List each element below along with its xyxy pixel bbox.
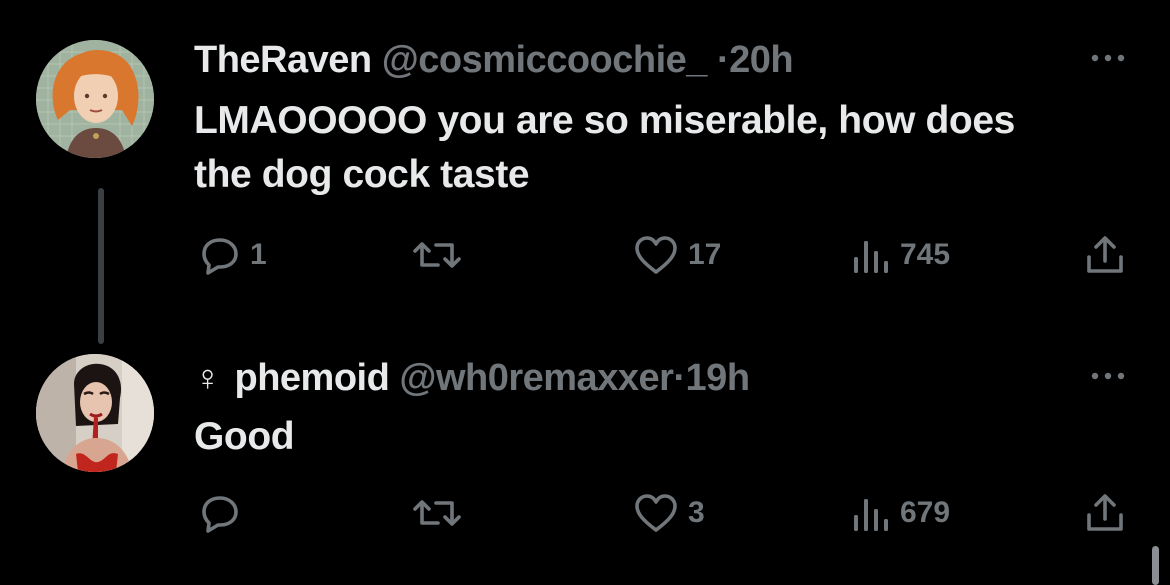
share-icon [1087, 494, 1123, 531]
tweet-theraven[interactable]: TheRaven @cosmiccoochie_ ·20h LMAOOOOO y… [0, 0, 1170, 344]
photo-avatar-icon [36, 354, 154, 472]
avatar-theraven[interactable] [36, 40, 154, 158]
retweet-button[interactable] [410, 488, 464, 538]
tweet-phemoid[interactable]: ♀ phemoid @wh0remaxxer·19h Good 3 679 [0, 340, 1170, 585]
scrollbar[interactable] [1152, 546, 1159, 585]
share-button[interactable] [1082, 230, 1128, 280]
views-icon [854, 241, 888, 273]
tweet-header: TheRaven @cosmiccoochie_ ·20h [194, 38, 794, 82]
timestamp[interactable]: 20h [729, 39, 793, 81]
views-icon [854, 499, 888, 531]
like-icon [635, 494, 677, 532]
reply-button[interactable]: 1 [196, 230, 267, 280]
avatar-phemoid[interactable] [36, 354, 154, 472]
share-button[interactable] [1082, 488, 1128, 538]
view-count: 679 [900, 496, 951, 529]
views-button[interactable]: 745 [850, 230, 950, 280]
reply-button[interactable] [196, 488, 242, 538]
retweet-icon [413, 500, 461, 526]
tweet-header: ♀ phemoid @wh0remaxxer·19h [194, 356, 750, 400]
tweet-actions: 3 679 [0, 488, 1170, 538]
retweet-button[interactable] [410, 230, 464, 280]
timestamp[interactable]: 19h [686, 357, 750, 399]
like-count: 17 [688, 238, 722, 271]
reply-icon [202, 238, 238, 275]
display-name[interactable]: TheRaven [194, 39, 372, 81]
separator-dot: · [717, 39, 730, 81]
more-options-button[interactable] [1086, 364, 1130, 388]
user-handle[interactable]: @wh0remaxxer [399, 357, 674, 399]
share-icon [1087, 236, 1123, 273]
like-icon [635, 236, 677, 274]
more-icon [1091, 54, 1125, 62]
like-button[interactable]: 17 [632, 230, 721, 280]
like-count: 3 [688, 496, 705, 529]
separator-dot: · [673, 357, 686, 399]
female-symbol-icon: ♀ [194, 357, 221, 398]
tweet-text: LMAOOOOO you are so miserable, how does … [194, 99, 1015, 196]
reply-icon [202, 496, 238, 533]
more-options-button[interactable] [1086, 46, 1130, 70]
views-button[interactable]: 679 [850, 488, 950, 538]
display-name[interactable]: phemoid [235, 357, 390, 399]
user-handle[interactable]: @cosmiccoochie_ [382, 39, 708, 81]
view-count: 745 [900, 238, 951, 271]
more-icon [1091, 372, 1125, 380]
illustrated-avatar-icon [36, 40, 154, 158]
like-button[interactable]: 3 [632, 488, 705, 538]
reply-count: 1 [250, 238, 267, 271]
retweet-icon [413, 242, 461, 268]
tweet-text: Good [194, 415, 295, 458]
reply-thread: TheRaven @cosmiccoochie_ ·20h LMAOOOOO y… [0, 0, 1170, 585]
tweet-actions: 1 17 745 [0, 230, 1170, 280]
